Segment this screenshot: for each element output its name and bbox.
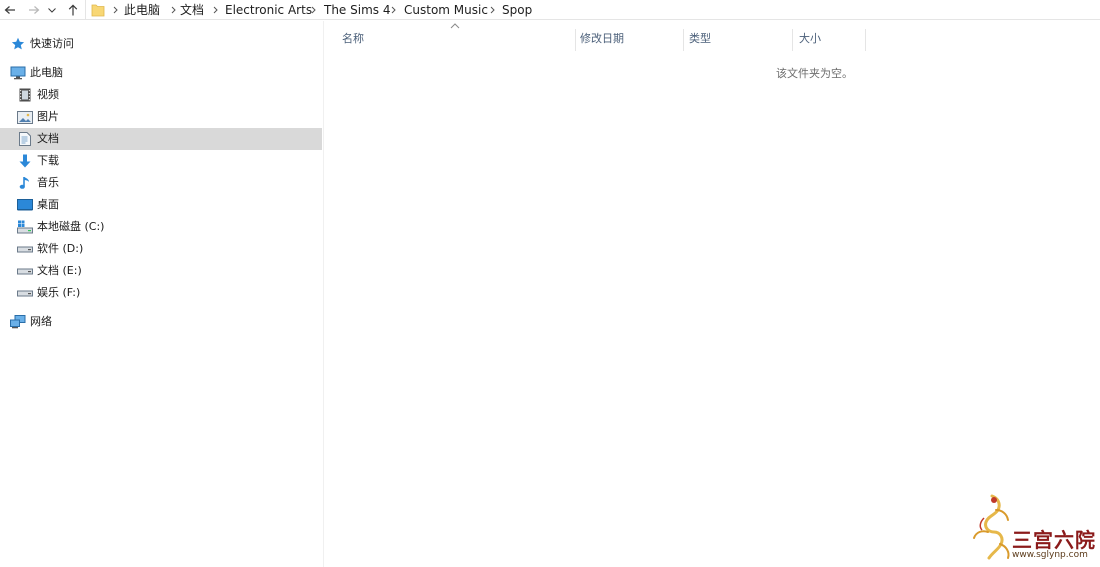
nav-this-pc[interactable]: 此电脑 bbox=[0, 62, 322, 84]
back-arrow-icon bbox=[4, 6, 15, 14]
nav-label: 此电脑 bbox=[30, 66, 63, 79]
nav-label: 软件 (D:) bbox=[37, 242, 84, 255]
nav-label: 桌面 bbox=[37, 198, 59, 211]
nav-documents[interactable]: 文档 bbox=[0, 128, 322, 150]
breadcrumb-separator-icon[interactable] bbox=[388, 2, 398, 18]
computer-icon bbox=[10, 66, 26, 80]
nav-pictures[interactable]: 图片 bbox=[0, 106, 322, 128]
network-icon bbox=[10, 315, 26, 329]
nav-drive-c[interactable]: 本地磁盘 (C:) bbox=[0, 216, 322, 238]
breadcrumb-separator-icon[interactable] bbox=[308, 2, 318, 18]
folder-icon bbox=[91, 4, 105, 17]
watermark-url: www.sglynp.com bbox=[1012, 550, 1088, 560]
recent-locations-button[interactable] bbox=[46, 0, 58, 20]
back-button[interactable] bbox=[0, 0, 20, 20]
path-box[interactable]: 此电脑 文档 Electronic Arts The Sims 4 Custom… bbox=[85, 0, 1100, 20]
sort-ascending-icon bbox=[450, 23, 460, 29]
column-header-type[interactable]: 类型 bbox=[683, 30, 793, 50]
column-header-name[interactable]: 名称 bbox=[336, 30, 576, 50]
nav-drive-d[interactable]: 软件 (D:) bbox=[0, 238, 322, 260]
column-header-date[interactable]: 修改日期 bbox=[574, 30, 684, 50]
nav-label: 图片 bbox=[37, 110, 59, 123]
navigation-pane: 快速访问 此电脑 视频 图片 文档 下载 音乐 桌面 本地磁盘 (C:) 软件 … bbox=[0, 21, 324, 567]
nav-quick-access[interactable]: 快速访问 bbox=[0, 33, 322, 55]
breadcrumb-separator-icon[interactable] bbox=[210, 2, 220, 18]
nav-downloads[interactable]: 下载 bbox=[0, 150, 322, 172]
nav-label: 网络 bbox=[30, 315, 52, 328]
music-icon bbox=[17, 176, 33, 190]
breadcrumb-separator-icon[interactable] bbox=[168, 2, 178, 18]
nav-drive-e[interactable]: 文档 (E:) bbox=[0, 260, 322, 282]
phoenix-logo bbox=[973, 494, 1010, 560]
nav-drive-f[interactable]: 娱乐 (F:) bbox=[0, 282, 322, 304]
drive-icon bbox=[17, 264, 33, 278]
nav-label: 本地磁盘 (C:) bbox=[37, 220, 105, 233]
nav-label: 文档 (E:) bbox=[37, 264, 82, 277]
column-header-size[interactable]: 大小 bbox=[793, 30, 865, 50]
column-divider[interactable] bbox=[865, 29, 866, 51]
file-list-pane[interactable]: 名称 修改日期 类型 大小 该文件夹为空。 bbox=[325, 21, 1100, 567]
chevron-down-icon bbox=[48, 7, 56, 13]
nav-label: 视频 bbox=[37, 88, 59, 101]
nav-label: 文档 bbox=[37, 132, 59, 145]
nav-label: 音乐 bbox=[37, 176, 59, 189]
empty-folder-message: 该文件夹为空。 bbox=[776, 67, 853, 80]
breadcrumb-this-pc[interactable]: 此电脑 bbox=[124, 2, 160, 18]
up-button[interactable] bbox=[63, 0, 83, 20]
watermark-title: 三宫六院 bbox=[1012, 528, 1096, 552]
nav-desktop[interactable]: 桌面 bbox=[0, 194, 322, 216]
forward-button[interactable] bbox=[24, 0, 44, 20]
nav-network[interactable]: 网络 bbox=[0, 311, 322, 333]
breadcrumb-electronic-arts[interactable]: Electronic Arts bbox=[225, 2, 312, 18]
video-icon bbox=[17, 88, 33, 102]
nav-music[interactable]: 音乐 bbox=[0, 172, 322, 194]
breadcrumb-documents[interactable]: 文档 bbox=[180, 2, 204, 18]
documents-icon bbox=[17, 132, 33, 146]
nav-videos[interactable]: 视频 bbox=[0, 84, 322, 106]
nav-label: 娱乐 (F:) bbox=[37, 286, 81, 299]
drive-icon bbox=[17, 242, 33, 256]
breadcrumb-the-sims-4[interactable]: The Sims 4 bbox=[324, 2, 390, 18]
download-icon bbox=[17, 154, 33, 168]
nav-label: 下载 bbox=[37, 154, 59, 167]
watermark: 三宫六院 www.sglynp.com bbox=[968, 490, 1100, 567]
system-drive-icon bbox=[17, 220, 33, 234]
breadcrumb-separator-icon[interactable] bbox=[487, 2, 497, 18]
forward-arrow-icon bbox=[29, 6, 40, 14]
breadcrumb-spop[interactable]: Spop bbox=[502, 2, 532, 18]
nav-label: 快速访问 bbox=[30, 37, 74, 50]
breadcrumb-separator-icon[interactable] bbox=[110, 2, 120, 18]
pictures-icon bbox=[17, 110, 33, 124]
address-bar: 此电脑 文档 Electronic Arts The Sims 4 Custom… bbox=[0, 0, 1100, 20]
pin-star-icon bbox=[10, 37, 26, 51]
desktop-icon bbox=[17, 198, 33, 212]
drive-icon bbox=[17, 286, 33, 300]
breadcrumb-custom-music[interactable]: Custom Music bbox=[404, 2, 488, 18]
up-arrow-icon bbox=[68, 4, 78, 16]
